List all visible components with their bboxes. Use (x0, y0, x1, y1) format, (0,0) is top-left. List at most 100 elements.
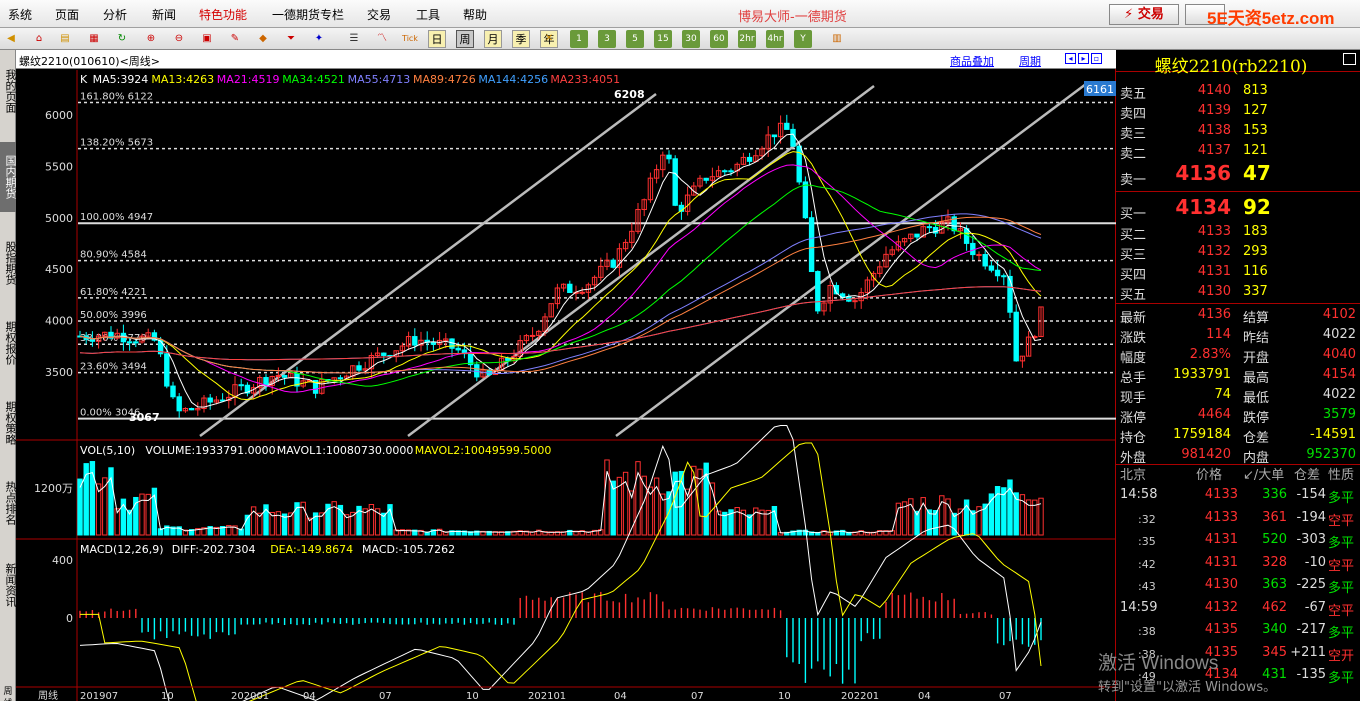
volume-legend-item: VOL(5,10) (80, 444, 135, 457)
settings-icon[interactable]: ▥ (828, 30, 846, 48)
ma-legend-item: MA34:4521 (282, 73, 345, 86)
expand-icon[interactable]: ▫ (1091, 53, 1102, 64)
price-axis-tick: 6000 (45, 109, 73, 122)
left-tab[interactable]: 股指期货 (0, 228, 17, 298)
ask-volume: 121 (1243, 143, 1268, 158)
minute-period-button[interactable]: 1 (570, 30, 588, 48)
left-tab[interactable]: 国内期货 (0, 142, 17, 212)
table-icon[interactable]: ☰ (345, 30, 363, 48)
candle-body (356, 365, 362, 371)
minute-period-button[interactable]: 4hr (766, 30, 784, 48)
left-tab[interactable]: 期权策略 (0, 388, 17, 458)
macd-legend-item: DIFF:-202.7304 (172, 543, 256, 556)
chart-line-icon[interactable]: 〽 (373, 30, 391, 48)
minute-period-button[interactable]: Y (794, 30, 812, 48)
filter-icon[interactable]: ⏷ (282, 30, 300, 48)
menu-item[interactable]: 帮助 (463, 6, 487, 23)
tick-time: :35 (1138, 535, 1156, 548)
period-button[interactable]: 季 (512, 30, 530, 48)
minute-period-button[interactable]: 30 (682, 30, 700, 48)
candle-body (263, 377, 269, 386)
window-icon[interactable]: ▣ (198, 30, 216, 48)
left-tab-bar: 我的页面国内期货股指期货期权报价期权策略热点排名新闻资讯周线 (0, 50, 17, 701)
period-link[interactable]: 周期 (1019, 53, 1041, 69)
overlay-link[interactable]: 商品叠加 (950, 53, 994, 69)
new-icon[interactable]: ✦ (310, 30, 328, 48)
ask-row[interactable]: 卖二 4137 121 (1116, 141, 1360, 162)
price-axis-tick: 5000 (45, 212, 73, 225)
windows-activation-text: 激活 Windows (1098, 653, 1219, 674)
ask-price: 4138 (1197, 123, 1231, 138)
tick-volume: 340 (1262, 622, 1287, 637)
draw-line-icon[interactable]: ✎ (226, 30, 244, 48)
menu-item[interactable]: 特色功能 (199, 6, 247, 23)
stat-label: 涨跌 (1120, 331, 1147, 346)
back-icon[interactable]: ◀ (2, 30, 20, 48)
book-separator (1116, 303, 1360, 304)
home-icon[interactable]: ⌂ (30, 30, 48, 48)
period-button[interactable]: 日 (428, 30, 446, 48)
tick-row: :35 4131 520 -303 多平 (1116, 532, 1360, 554)
stat-value: 4022 (1322, 387, 1356, 402)
menu-item[interactable]: 一德期货专栏 (272, 6, 344, 23)
bid-row[interactable]: 买四 4131 116 (1116, 262, 1360, 283)
left-tab[interactable]: 热点排名 (0, 468, 17, 538)
candle-body (188, 408, 195, 411)
tick-oi-change: -217 (1296, 622, 1326, 637)
left-tab[interactable]: 周线 (0, 686, 16, 701)
menu-item[interactable]: 页面 (55, 6, 79, 23)
x-axis-tick: 周线 (38, 689, 58, 701)
stat-value: 4022 (1322, 327, 1356, 342)
candle-body (1013, 311, 1019, 362)
minute-period-button[interactable]: 2hr (738, 30, 756, 48)
arrow-right-icon[interactable]: ▸ (1078, 53, 1089, 64)
folder-icon[interactable]: ▤ (56, 30, 74, 48)
kline-chart[interactable]: 600055005000450040003500161.80% 6122138.… (16, 70, 1116, 701)
candle-body (796, 145, 802, 183)
left-tab[interactable]: 我的页面 (0, 56, 17, 126)
period-button[interactable]: 周 (456, 30, 474, 48)
ask-row[interactable]: 卖三 4138 153 (1116, 121, 1360, 142)
trade-button[interactable]: ⚡ 交易 (1109, 4, 1179, 25)
color-icon[interactable]: ◆ (254, 30, 272, 48)
app-window: 系统 页面 分析 新闻 特色功能 一德期货专栏 交易 工具 帮助 博易大师-一德期货 ⚡ 交易 … (0, 0, 1360, 701)
tick-row: :32 4133 361 -194 空平 (1116, 510, 1360, 532)
zoom-in-icon[interactable]: ⊕ (142, 30, 160, 48)
tick-icon[interactable]: Tick (401, 30, 419, 48)
macd-axis-tick: 0 (66, 612, 73, 625)
ask-row[interactable]: 卖四 4139 127 (1116, 101, 1360, 122)
menu-item[interactable]: 交易 (367, 6, 391, 23)
menu-item[interactable]: 新闻 (152, 6, 176, 23)
x-axis-tick: 202101 (528, 691, 566, 701)
menu-item[interactable]: 工具 (416, 6, 440, 23)
minute-period-button[interactable]: 15 (654, 30, 672, 48)
panel-toggle-icon[interactable] (1343, 53, 1356, 65)
ticks-header-vol: ↙/大单 (1243, 468, 1285, 483)
candle-body (790, 128, 796, 147)
stat-row: 现手 74 最低 4022 (1116, 385, 1360, 406)
left-tab[interactable]: 新闻资讯 (0, 550, 17, 620)
bid-row[interactable]: 买一 4134 92 (1116, 195, 1360, 222)
bid-row[interactable]: 买五 4130 337 (1116, 282, 1360, 303)
fib-level-label: 50.00% 3996 (80, 310, 147, 321)
candle-body (170, 385, 176, 398)
ask-row[interactable]: 卖五 4140 813 (1116, 81, 1360, 102)
quote-list-icon[interactable]: ▦ (85, 30, 103, 48)
refresh-icon[interactable]: ↻ (113, 30, 131, 48)
menu-item[interactable]: 分析 (103, 6, 127, 23)
bid-label: 买五 (1120, 288, 1147, 303)
minute-period-button[interactable]: 60 (710, 30, 728, 48)
ask-row[interactable]: 卖一 4136 47 (1116, 161, 1360, 188)
bid-row[interactable]: 买三 4132 293 (1116, 242, 1360, 263)
cross-period-icon[interactable]: ✕ (540, 30, 558, 48)
minute-period-button[interactable]: 3 (598, 30, 616, 48)
left-tab[interactable]: 期权报价 (0, 308, 17, 378)
menu-item[interactable]: 系统 (8, 6, 32, 23)
minute-period-button[interactable]: 5 (626, 30, 644, 48)
arrow-left-icon[interactable]: ◂ (1065, 53, 1076, 64)
chart-area: 螺纹2210(010610)<周线> 商品叠加 周期 ◂ ▸ ▫ 6000 550… (16, 50, 1116, 701)
bid-row[interactable]: 买二 4133 183 (1116, 222, 1360, 243)
zoom-out-icon[interactable]: ⊖ (170, 30, 188, 48)
period-button[interactable]: 月 (484, 30, 502, 48)
ticks-header-price: 价格 (1196, 468, 1223, 483)
